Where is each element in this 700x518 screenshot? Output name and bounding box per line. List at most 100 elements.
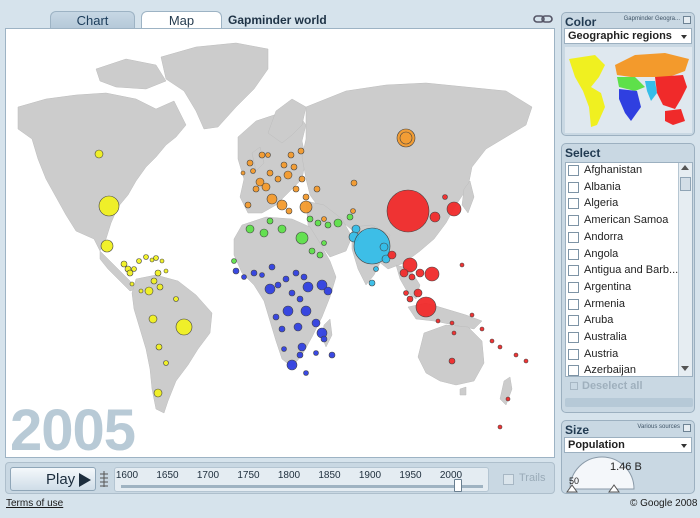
country-list-item[interactable]: Andorra [566, 230, 676, 246]
country-bubble[interactable] [288, 289, 296, 297]
size-dropdown[interactable]: Population [564, 437, 692, 453]
country-bubble[interactable] [368, 279, 376, 287]
country-checkbox[interactable] [568, 265, 579, 277]
country-bubble[interactable] [429, 211, 441, 223]
country-bubble[interactable] [264, 283, 276, 295]
country-bubble[interactable] [292, 185, 300, 193]
country-bubble[interactable] [159, 258, 165, 264]
country-checkbox[interactable] [568, 231, 579, 243]
country-bubble[interactable] [173, 296, 179, 302]
country-bubble[interactable] [282, 305, 294, 317]
country-bubble[interactable] [435, 318, 441, 324]
link-icon[interactable] [533, 13, 553, 25]
country-bubble[interactable] [94, 149, 104, 159]
scroll-thumb[interactable] [680, 177, 691, 191]
country-bubble[interactable] [313, 350, 319, 356]
country-bubble[interactable] [272, 313, 280, 321]
country-bubble[interactable] [308, 247, 316, 255]
country-bubble[interactable] [278, 325, 286, 333]
deselect-all-checkbox[interactable] [570, 382, 578, 390]
country-bubble[interactable] [266, 217, 274, 225]
country-bubble[interactable] [350, 208, 356, 214]
country-bubble[interactable] [285, 207, 293, 215]
country-bubble[interactable] [277, 224, 287, 234]
country-checkbox[interactable] [568, 348, 579, 360]
country-bubble[interactable] [252, 185, 260, 193]
country-list-item[interactable]: Aruba [566, 313, 676, 329]
country-bubble[interactable] [296, 351, 304, 359]
country-bubble[interactable] [306, 215, 314, 223]
country-bubble[interactable] [497, 424, 503, 430]
country-bubble[interactable] [387, 250, 397, 260]
country-bubble[interactable] [283, 170, 293, 180]
country-bubble[interactable] [303, 370, 309, 376]
country-bubble[interactable] [451, 330, 457, 336]
country-bubble[interactable] [286, 359, 298, 371]
country-bubble[interactable] [129, 281, 135, 287]
country-bubble[interactable] [399, 268, 409, 278]
country-bubble[interactable] [232, 267, 240, 275]
country-bubble[interactable] [156, 283, 164, 291]
country-bubble[interactable] [154, 269, 162, 277]
country-bubble[interactable] [290, 163, 298, 171]
country-bubble[interactable] [258, 151, 266, 159]
country-bubble[interactable] [246, 159, 254, 167]
list-scrollbar[interactable] [678, 163, 692, 376]
country-bubble[interactable] [138, 288, 144, 294]
country-bubble[interactable] [489, 338, 495, 344]
country-bubble[interactable] [175, 318, 193, 336]
country-bubble[interactable] [300, 273, 308, 281]
country-bubble[interactable] [268, 263, 276, 271]
country-bubble[interactable] [302, 281, 314, 293]
country-bubble[interactable] [245, 224, 255, 234]
country-bubble[interactable] [373, 266, 379, 272]
region-legend-map[interactable] [565, 47, 692, 133]
country-bubble[interactable] [281, 346, 287, 352]
country-bubble[interactable] [274, 175, 282, 183]
country-bubble[interactable] [282, 275, 290, 283]
country-bubble[interactable] [261, 182, 271, 192]
country-checkbox[interactable] [568, 281, 579, 293]
country-bubble[interactable] [302, 193, 310, 201]
country-bubble[interactable] [346, 213, 354, 221]
country-checkbox[interactable] [568, 248, 579, 260]
country-bubble[interactable] [163, 360, 169, 366]
country-list-item[interactable]: Afghanistan [566, 163, 676, 179]
world-map[interactable] [6, 29, 554, 457]
country-bubble[interactable] [231, 258, 237, 264]
country-bubble[interactable] [274, 281, 282, 289]
color-dropdown[interactable]: Geographic regions [564, 28, 692, 44]
country-checkbox[interactable] [568, 365, 579, 376]
country-bubble[interactable] [523, 358, 529, 364]
speed-slider-icon[interactable] [99, 470, 109, 488]
country-bubble[interactable] [266, 169, 274, 177]
country-bubble[interactable] [446, 201, 462, 217]
scroll-up-icon[interactable] [681, 165, 689, 170]
country-bubble[interactable] [299, 200, 313, 214]
country-list-item[interactable]: Antigua and Barb... [566, 263, 678, 279]
country-bubble[interactable] [298, 175, 306, 183]
country-bubble[interactable] [320, 335, 328, 343]
country-bubble[interactable] [314, 219, 322, 227]
country-bubble[interactable] [259, 228, 269, 238]
country-bubble[interactable] [350, 179, 358, 187]
country-bubble[interactable] [131, 266, 137, 272]
country-list-item[interactable]: Azerbaijan [566, 363, 676, 376]
country-bubble[interactable] [250, 269, 258, 277]
country-bubble[interactable] [240, 170, 246, 176]
color-menu-icon[interactable] [683, 16, 691, 24]
country-bubble[interactable] [100, 239, 114, 253]
country-bubble[interactable] [415, 296, 437, 318]
country-bubble[interactable] [136, 258, 142, 264]
country-bubble[interactable] [386, 189, 430, 233]
country-bubble[interactable] [300, 305, 312, 317]
country-list[interactable]: Afghanistan Albania Algeria American Samoa A… [565, 162, 693, 377]
country-bubble[interactable] [415, 268, 425, 278]
country-bubble[interactable] [296, 295, 304, 303]
terms-of-use-link[interactable]: Terms of use [6, 498, 63, 509]
country-bubble[interactable] [259, 272, 265, 278]
country-bubble[interactable] [292, 269, 300, 277]
country-list-item[interactable]: Angola [566, 247, 676, 263]
country-checkbox[interactable] [568, 165, 579, 176]
country-bubble[interactable] [244, 201, 252, 209]
